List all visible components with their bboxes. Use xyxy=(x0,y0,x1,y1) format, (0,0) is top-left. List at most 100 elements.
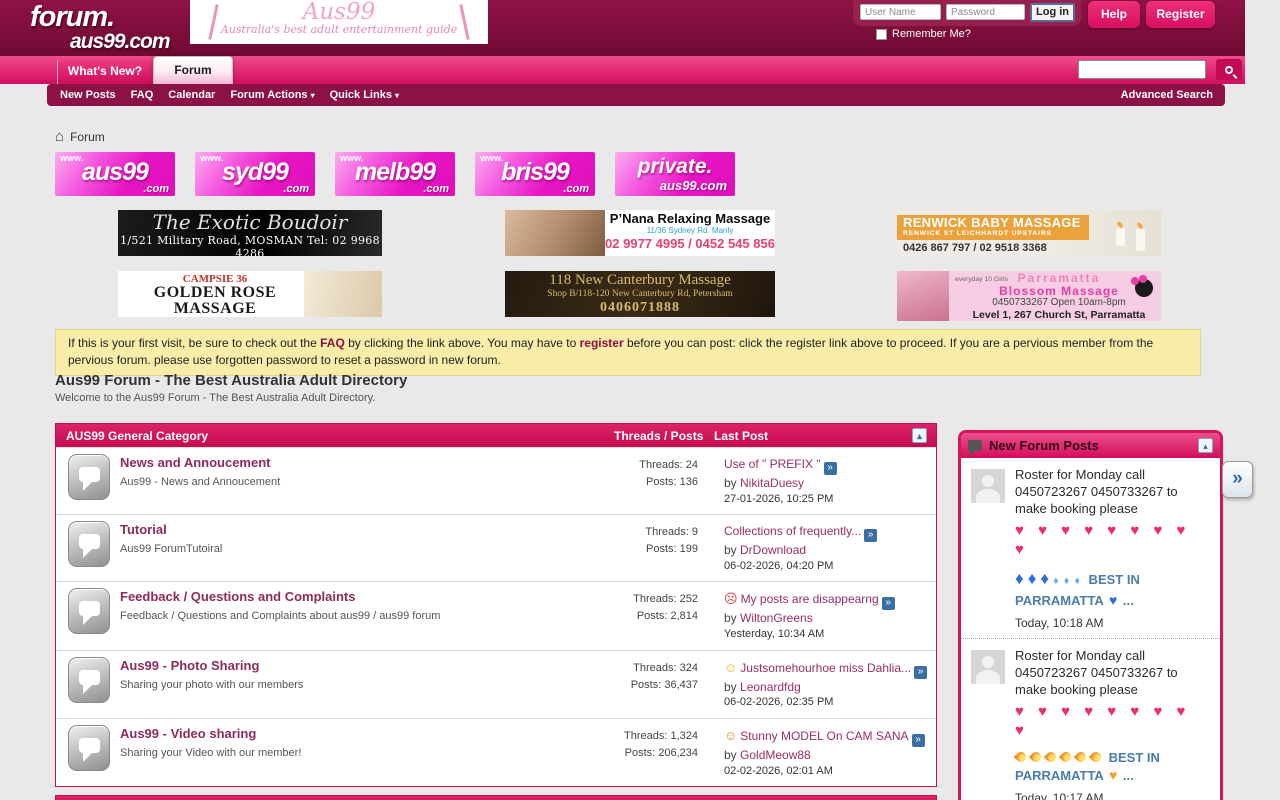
last-post-author[interactable]: WiltonGreens xyxy=(740,611,813,625)
nav-bar: New Posts FAQ Calendar Forum Actions▾ Qu… xyxy=(47,84,1225,106)
forum-row: TutorialAus99 ForumTutoiralThreads: 9Pos… xyxy=(56,514,936,581)
ad-title: P’Nana Relaxing Massage xyxy=(605,211,775,226)
goto-last-post-icon[interactable]: » xyxy=(882,597,895,610)
ad-parramatta-blossom-massage[interactable]: everyday 10 Girls Parramatta Blossom Mas… xyxy=(897,271,1161,321)
tab-whats-new[interactable]: What's New? xyxy=(57,59,152,84)
banner-title: Aus99 xyxy=(190,1,488,23)
flame-icon xyxy=(1089,750,1103,764)
last-post-link[interactable]: Justsomehourhoe miss Dahlia... xyxy=(740,661,911,675)
forum-title-link[interactable]: Tutorial xyxy=(120,520,167,537)
goto-last-post-icon[interactable]: » xyxy=(912,734,925,747)
help-button[interactable]: Help xyxy=(1088,1,1140,28)
breadcrumb-forum-link[interactable]: Forum xyxy=(70,130,105,144)
last-post-line2: by NikitaDuesy xyxy=(724,475,930,492)
ad-118-canterbury-massage[interactable]: 118 New Canterbury Massage Shop B/118-12… xyxy=(505,271,775,317)
faq-link[interactable]: FAQ xyxy=(320,336,345,350)
forum-description: Aus99 ForumTutoiral xyxy=(120,543,574,555)
avatar xyxy=(971,469,1005,503)
register-button[interactable]: Register xyxy=(1146,1,1215,28)
home-icon[interactable]: ⌂ xyxy=(55,131,64,143)
nav-faq[interactable]: FAQ xyxy=(131,84,154,107)
threads-count: Threads: 24 xyxy=(574,457,698,474)
goto-last-post-icon[interactable]: » xyxy=(914,666,927,679)
banner-private-aus99[interactable]: private. aus99.com xyxy=(615,152,735,196)
last-post-line2: by DrDownload xyxy=(724,542,930,559)
first-visit-notice: If this is your first visit, be sure to … xyxy=(55,329,1201,376)
heart-icon: ♥ xyxy=(1109,767,1117,783)
page-title: Aus99 Forum - The Best Australia Adult D… xyxy=(55,372,407,389)
collapse-button[interactable]: ▴ xyxy=(912,428,927,443)
last-post-link[interactable]: My posts are disappearng xyxy=(741,592,879,606)
forum-icon xyxy=(68,521,110,567)
logo-line2: aus99.com xyxy=(70,30,170,54)
nav-forum-actions[interactable]: Forum Actions▾ xyxy=(230,84,314,107)
ad-exotic-boudoir[interactable]: The Exotic Boudoir 1/521 Military Road, … xyxy=(118,210,382,256)
ad-pnana-massage[interactable]: P’Nana Relaxing Massage 11/36 Sydney Rd.… xyxy=(505,210,775,256)
nav-quick-links[interactable]: Quick Links▾ xyxy=(330,84,399,107)
header-ad-banner[interactable]: Aus99 Australia's best adult entertainme… xyxy=(190,0,488,44)
ad-title: The Exotic Boudoir xyxy=(118,210,382,234)
category-header: SYD99 (All About Sydney)Threads / PostsL… xyxy=(56,796,936,800)
breadcrumb: ⌂ Forum xyxy=(55,130,105,144)
login-button[interactable]: Log in xyxy=(1030,3,1075,22)
last-post-cell: Collections of frequently...»by DrDownlo… xyxy=(724,521,936,574)
by-label: by xyxy=(724,611,740,625)
sidebar-expand-button[interactable]: » xyxy=(1222,461,1253,498)
last-post-link[interactable]: Collections of frequently... xyxy=(724,524,861,538)
last-post-line1: ☺Justsomehourhoe miss Dahlia...» xyxy=(724,659,930,679)
column-last-post: Last Post xyxy=(714,429,912,443)
nav-calendar[interactable]: Calendar xyxy=(168,84,215,107)
forum-title-link[interactable]: Feedback / Questions and Complaints xyxy=(120,587,356,604)
collapse-button[interactable]: ▴ xyxy=(1198,438,1213,453)
last-post-link[interactable]: Use of " PREFIX " xyxy=(724,457,821,471)
tab-forum[interactable]: Forum xyxy=(153,56,233,84)
last-post-author[interactable]: Leonardfdg xyxy=(740,680,801,694)
sidebar-title: New Forum Posts xyxy=(989,438,1099,453)
search-button[interactable] xyxy=(1216,59,1242,80)
last-post-author[interactable]: NikitaDuesy xyxy=(740,476,804,490)
post-snippet-link[interactable]: Roster for Monday call 0450723267 045073… xyxy=(1015,648,1178,697)
search-input[interactable] xyxy=(1078,60,1206,79)
forum-title-link[interactable]: Aus99 - Photo Sharing xyxy=(120,656,259,673)
site-logo[interactable]: forum. aus99.com xyxy=(30,1,170,54)
diamond-icon: ♦ xyxy=(1074,575,1080,587)
candle-icon xyxy=(1116,228,1125,246)
banner-bris99[interactable]: www. bris99 .com xyxy=(475,152,595,196)
ad-title: RENWICK BABY MASSAGE xyxy=(903,215,1089,230)
goto-last-post-icon[interactable]: » xyxy=(824,462,837,475)
doll-icon xyxy=(1135,279,1153,297)
forum-title-link[interactable]: News and Annoucement xyxy=(120,453,270,470)
forum-title-link[interactable]: Aus99 - Video sharing xyxy=(120,724,256,741)
ad-address: 1/521 Military Road, MOSMAN Tel: 02 9968… xyxy=(118,234,382,256)
by-label: by xyxy=(724,748,740,762)
ellipsis: ... xyxy=(1119,593,1133,608)
advanced-search-link[interactable]: Advanced Search xyxy=(1121,84,1213,106)
last-post-line1: Use of " PREFIX "» xyxy=(724,456,930,475)
last-post-date: 27-01-2026, 10:25 PM xyxy=(724,492,930,507)
forum-stats: Threads: 24Posts: 136 xyxy=(574,454,724,507)
banner-aus99[interactable]: www. aus99 .com xyxy=(55,152,175,196)
ad-golden-rose-massage[interactable]: CAMPSIE 36 GOLDEN ROSE MASSAGE 36 NORTH … xyxy=(118,271,382,317)
banner-melb99[interactable]: www. melb99 .com xyxy=(335,152,455,196)
ad-renwick-massage[interactable]: RENWICK BABY MASSAGE RENWICK ST LEICHHAR… xyxy=(897,210,1161,256)
nav-new-posts[interactable]: New Posts xyxy=(60,84,116,107)
goto-last-post-icon[interactable]: » xyxy=(864,529,877,542)
cowboy-icon: ☺ xyxy=(724,727,737,745)
banner-syd99[interactable]: www. syd99 .com xyxy=(195,152,315,196)
posts-count: Posts: 199 xyxy=(574,541,698,558)
remember-checkbox[interactable] xyxy=(876,29,887,40)
ad-phone: 0450733267 Open 10am-8pm xyxy=(957,297,1161,309)
password-input[interactable] xyxy=(946,4,1025,20)
last-post-author[interactable]: DrDownload xyxy=(740,543,806,557)
last-post-author[interactable]: GoldMeow88 xyxy=(740,748,811,762)
by-label: by xyxy=(724,680,740,694)
candle-icon xyxy=(1136,229,1145,251)
flame-icon xyxy=(1014,750,1028,764)
post-snippet-link[interactable]: Roster for Monday call 0450723267 045073… xyxy=(1015,467,1178,516)
category-title: AUS99 General Category xyxy=(66,429,614,443)
forum-info: Feedback / Questions and ComplaintsFeedb… xyxy=(120,588,574,642)
last-post-link[interactable]: Stunny MODEL On CAM SANA xyxy=(740,729,908,743)
username-input[interactable] xyxy=(860,4,941,20)
register-link[interactable]: register xyxy=(580,336,624,350)
ad-phone: 0406071888 xyxy=(505,300,775,315)
